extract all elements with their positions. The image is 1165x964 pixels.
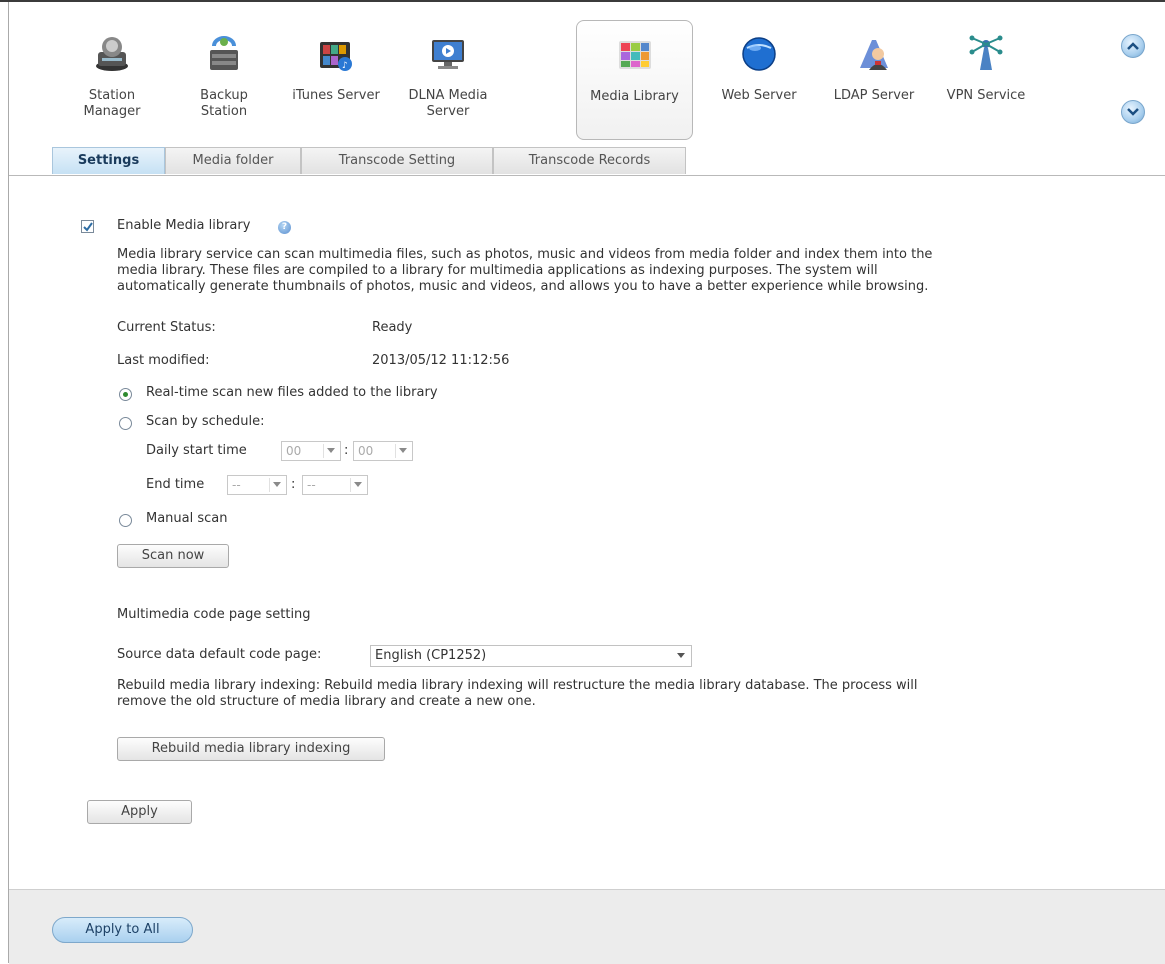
end-minute-select[interactable]: -- xyxy=(302,475,368,495)
schedule-scan-radio[interactable] xyxy=(119,417,132,430)
end-time-label: End time xyxy=(146,477,205,492)
apply-button[interactable]: Apply xyxy=(87,800,192,824)
daily-start-time-label: Daily start time xyxy=(146,443,247,458)
app-station-manager[interactable]: Station Manager xyxy=(57,24,167,134)
ldap-server-icon xyxy=(860,40,888,70)
daily-start-hour-select[interactable]: 00 xyxy=(281,441,341,461)
codepage-select[interactable]: English (CP1252) xyxy=(370,645,692,667)
app-media-library[interactable]: Media Library xyxy=(576,20,693,140)
chevron-down-icon xyxy=(269,478,284,492)
tab-transcode-setting[interactable]: Transcode Setting xyxy=(301,147,493,174)
rebuild-description-line-1: Rebuild media library indexing: Rebuild … xyxy=(117,678,918,693)
chevron-down-icon xyxy=(395,444,410,458)
itunes-server-icon: ♪ xyxy=(320,42,352,71)
enable-media-library-checkbox[interactable] xyxy=(81,220,94,233)
dlna-media-server-icon xyxy=(432,40,464,69)
app-backup-station[interactable]: Backup Station xyxy=(169,24,279,134)
tab-transcode-records[interactable]: Transcode Records xyxy=(493,147,686,174)
daily-start-minute-value: 00 xyxy=(358,444,374,458)
last-modified-label: Last modified: xyxy=(117,353,210,368)
daily-start-minute-select[interactable]: 00 xyxy=(353,441,413,461)
app-label: LDAP Server xyxy=(833,88,915,103)
rebuild-description-line-2: remove the old structure of media librar… xyxy=(117,694,536,709)
codepage-heading: Multimedia code page setting xyxy=(117,607,311,622)
scan-now-button[interactable]: Scan now xyxy=(117,544,229,568)
chevron-down-icon xyxy=(323,444,338,458)
app-label: iTunes Server xyxy=(292,88,380,103)
chevron-down-icon xyxy=(1127,108,1139,116)
app-label: Backup Station xyxy=(200,88,248,119)
codepage-label: Source data default code page: xyxy=(117,647,322,662)
svg-text:♪: ♪ xyxy=(342,61,348,71)
app-icon-bar: Station Manager Backup Station ♪ iTunes … xyxy=(9,2,1165,145)
chevron-down-icon xyxy=(350,478,365,492)
chevron-up-icon xyxy=(1127,42,1139,50)
tab-media-folder[interactable]: Media folder xyxy=(165,147,301,174)
app-label: Station Manager xyxy=(83,88,141,119)
description-line-1: Media library service can scan multimedi… xyxy=(117,247,933,262)
app-vpn-service[interactable]: VPN Service xyxy=(931,24,1041,134)
app-label: DLNA Media Server xyxy=(408,88,488,119)
web-server-icon xyxy=(742,37,776,71)
tab-bar: Settings Media folder Transcode Setting … xyxy=(9,145,1165,176)
end-minute-value: -- xyxy=(307,478,316,492)
codepage-value: English (CP1252) xyxy=(375,648,487,663)
chevron-down-icon xyxy=(674,649,688,663)
daily-start-hour-value: 00 xyxy=(286,444,302,458)
last-modified-value: 2013/05/12 11:12:56 xyxy=(372,353,510,368)
tab-settings[interactable]: Settings xyxy=(52,147,165,174)
realtime-scan-radio[interactable] xyxy=(119,388,132,401)
schedule-scan-label[interactable]: Scan by schedule: xyxy=(146,414,264,429)
description-line-3: automatically generate thumbnails of pho… xyxy=(117,279,929,294)
app-itunes-server[interactable]: ♪ iTunes Server xyxy=(281,24,391,134)
backup-station-icon xyxy=(210,36,238,70)
scroll-up-button[interactable] xyxy=(1121,34,1145,58)
end-hour-select[interactable]: -- xyxy=(227,475,287,495)
app-label: VPN Service xyxy=(946,88,1026,103)
current-status-value: Ready xyxy=(372,320,413,335)
description-line-2: media library. These files are compiled … xyxy=(117,263,878,278)
time-separator: : xyxy=(344,443,349,458)
app-ldap-server[interactable]: LDAP Server xyxy=(819,24,929,134)
media-library-icon xyxy=(619,41,651,69)
station-manager-icon xyxy=(96,37,128,71)
app-label: Media Library xyxy=(590,89,679,104)
app-web-server[interactable]: Web Server xyxy=(704,24,814,134)
app-dlna-media-server[interactable]: DLNA Media Server xyxy=(393,24,503,134)
vpn-service-icon xyxy=(969,35,1003,70)
app-label: Web Server xyxy=(721,88,797,103)
rebuild-indexing-button[interactable]: Rebuild media library indexing xyxy=(117,737,385,761)
enable-media-library-label[interactable]: Enable Media library xyxy=(117,218,250,233)
manual-scan-label[interactable]: Manual scan xyxy=(146,511,228,526)
apply-to-all-button[interactable]: Apply to All xyxy=(52,917,193,943)
end-hour-value: -- xyxy=(232,478,241,492)
current-status-label: Current Status: xyxy=(117,320,216,335)
time-separator: : xyxy=(291,477,296,492)
manual-scan-radio[interactable] xyxy=(119,514,132,527)
realtime-scan-label[interactable]: Real-time scan new files added to the li… xyxy=(146,385,438,400)
scroll-down-button[interactable] xyxy=(1121,100,1145,124)
help-icon[interactable]: ? xyxy=(278,221,291,234)
checkmark-icon xyxy=(83,222,93,232)
